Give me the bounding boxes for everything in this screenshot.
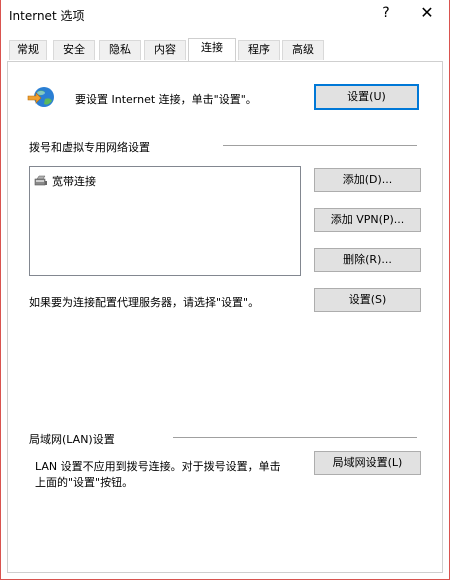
delete-button[interactable]: 删除(R)...	[314, 248, 421, 272]
internet-globe-icon	[27, 87, 54, 107]
lan-divider	[173, 437, 417, 438]
tab-general[interactable]: 常规	[9, 40, 47, 60]
tab-connections[interactable]: 连接	[188, 38, 236, 61]
lan-heading: 局域网(LAN)设置	[29, 433, 115, 446]
connections-panel	[7, 61, 443, 573]
close-button[interactable]: ✕	[419, 3, 435, 22]
list-item[interactable]: 宽带连接	[34, 173, 96, 189]
tab-strip: 常规 安全 隐私 内容 连接 程序 高级	[7, 38, 447, 62]
setup-text: 要设置 Internet 连接，单击"设置"。	[75, 93, 257, 106]
tab-programs[interactable]: 程序	[238, 40, 280, 60]
tab-content[interactable]: 内容	[144, 40, 186, 60]
setup-button[interactable]: 设置(U)	[314, 84, 419, 110]
proxy-settings-button[interactable]: 设置(S)	[314, 288, 421, 312]
lan-text-line2: 上面的"设置"按钮。	[35, 476, 134, 489]
lan-settings-button[interactable]: 局域网设置(L)	[314, 451, 421, 475]
connection-label: 宽带连接	[52, 175, 96, 188]
help-button[interactable]: ?	[379, 5, 393, 21]
connections-list[interactable]: 宽带连接	[29, 166, 301, 276]
tab-privacy[interactable]: 隐私	[99, 40, 141, 60]
tab-security[interactable]: 安全	[53, 40, 95, 60]
proxy-text: 如果要为连接配置代理服务器，请选择"设置"。	[29, 296, 260, 309]
add-button[interactable]: 添加(D)...	[314, 168, 421, 192]
lan-text-line1: LAN 设置不应用到拨号连接。对于拨号设置，单击	[35, 460, 281, 473]
dialup-heading: 拨号和虚拟专用网络设置	[29, 141, 150, 154]
window-title: Internet 选项	[9, 9, 85, 23]
tab-advanced[interactable]: 高级	[282, 40, 324, 60]
dialup-divider	[223, 145, 417, 146]
internet-options-dialog: Internet 选项 ? ✕ 常规 安全 隐私 内容 连接 程序 高级 要设置…	[0, 0, 450, 580]
title-bar[interactable]: Internet 选项 ? ✕	[1, 0, 449, 30]
broadband-connection-icon	[34, 175, 47, 186]
add-vpn-button[interactable]: 添加 VPN(P)...	[314, 208, 421, 232]
